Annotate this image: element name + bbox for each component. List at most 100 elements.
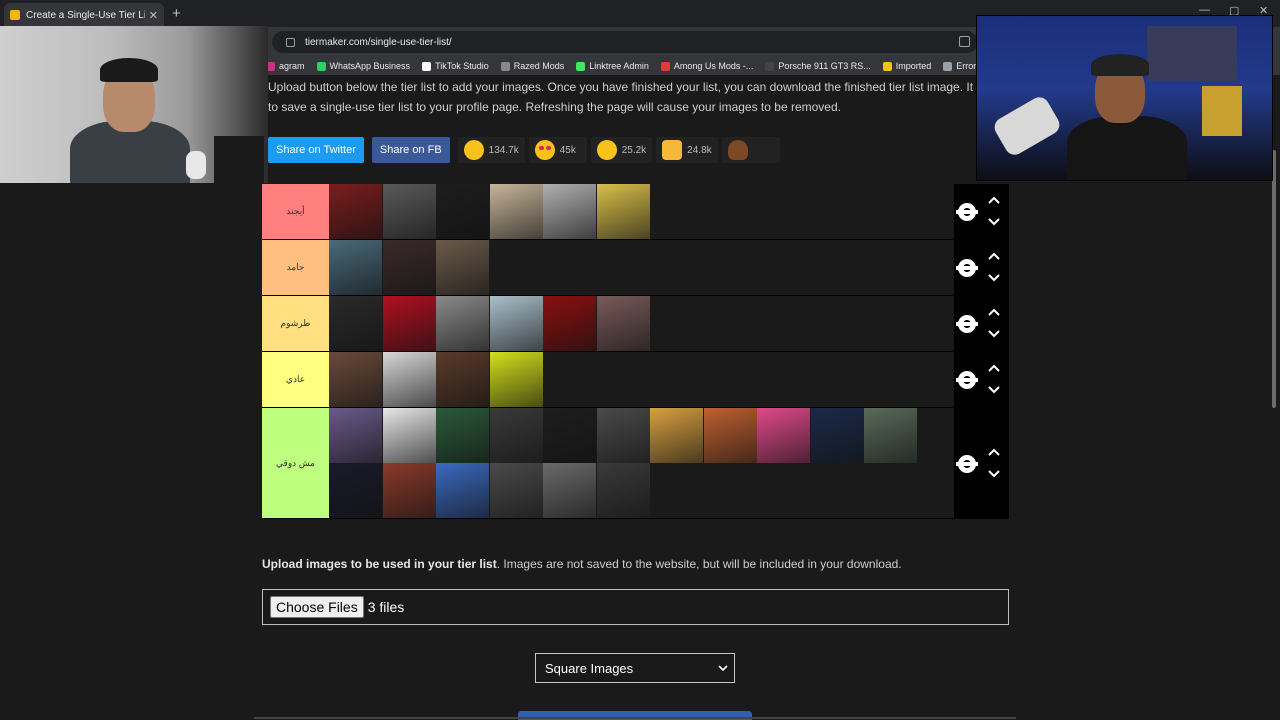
image-shape-select[interactable]: Square Images bbox=[535, 653, 735, 683]
chevron-down-icon[interactable] bbox=[988, 273, 1000, 283]
chevron-up-icon[interactable] bbox=[988, 363, 1000, 373]
tier-controls bbox=[954, 296, 1009, 351]
chevron-down-icon[interactable] bbox=[988, 329, 1000, 339]
tier-item-image[interactable] bbox=[543, 296, 596, 351]
tier-item-image[interactable] bbox=[489, 296, 543, 351]
reaction-button[interactable]: 24.8k bbox=[656, 137, 718, 163]
tier-item-image[interactable] bbox=[382, 408, 436, 463]
tier-item-image[interactable] bbox=[650, 408, 703, 463]
gear-icon[interactable] bbox=[956, 203, 978, 221]
chevron-up-icon[interactable] bbox=[988, 447, 1000, 457]
tier-item-image[interactable] bbox=[543, 463, 596, 518]
tier-item-image[interactable] bbox=[489, 408, 543, 463]
new-tab-button[interactable]: + bbox=[172, 5, 181, 22]
tier-label[interactable]: مش دوقي bbox=[262, 408, 329, 518]
tier-item-image[interactable] bbox=[382, 352, 436, 407]
reaction-list: 134.7k 45k 25.2k 24.8k bbox=[457, 137, 780, 163]
tier-item-image[interactable] bbox=[382, 184, 436, 239]
reaction-button[interactable]: 45k bbox=[528, 137, 587, 163]
tier-item-image[interactable] bbox=[596, 184, 650, 239]
bookmark-item[interactable]: Razed Mods bbox=[500, 61, 564, 71]
tier-item-image[interactable] bbox=[329, 463, 382, 518]
tier-item-image[interactable] bbox=[489, 184, 543, 239]
share-twitter-button[interactable]: Share on Twitter bbox=[268, 137, 364, 163]
gear-icon[interactable] bbox=[956, 315, 978, 333]
bookmark-label: Imported bbox=[895, 61, 932, 71]
gear-icon[interactable] bbox=[956, 259, 978, 277]
bookmark-label: WhatsApp Business bbox=[329, 61, 411, 71]
tier-item-image[interactable] bbox=[543, 408, 596, 463]
tier-item-image[interactable] bbox=[543, 184, 596, 239]
tier-item-image[interactable] bbox=[382, 463, 436, 518]
tier-item-image[interactable] bbox=[436, 240, 489, 295]
chevron-up-icon[interactable] bbox=[988, 195, 1000, 205]
bookmark-item[interactable]: Porsche 911 GT3 RS... bbox=[765, 61, 871, 71]
tier-item-image[interactable] bbox=[329, 240, 382, 295]
chevron-down-icon[interactable] bbox=[988, 217, 1000, 227]
tier-item-image[interactable] bbox=[436, 184, 489, 239]
tier-controls bbox=[954, 352, 1009, 407]
bookmark-item[interactable]: agram bbox=[266, 61, 305, 71]
tier-item-image[interactable] bbox=[864, 408, 917, 463]
browser-tab[interactable]: Create a Single-Use Tier List (Pr ✕ bbox=[4, 3, 164, 27]
bookmark-label: Among Us Mods -... bbox=[673, 61, 754, 71]
chevron-up-icon[interactable] bbox=[988, 307, 1000, 317]
bookmark-item[interactable]: TikTok Studio bbox=[422, 61, 489, 71]
gear-icon[interactable] bbox=[956, 371, 978, 389]
tier-item-image[interactable] bbox=[436, 463, 489, 518]
tier-item-image[interactable] bbox=[489, 352, 543, 407]
file-input[interactable]: Choose Files 3 files bbox=[262, 589, 1009, 625]
tier-label[interactable]: طرشوم bbox=[262, 296, 329, 351]
upload-instructions-bold: Upload images to be used in your tier li… bbox=[262, 557, 497, 571]
tier-label[interactable]: عادي bbox=[262, 352, 329, 407]
bookmark-favicon-icon bbox=[316, 61, 326, 71]
bookmark-favicon-icon bbox=[660, 61, 670, 71]
tier-item-image[interactable] bbox=[329, 296, 382, 351]
gear-icon[interactable] bbox=[956, 455, 978, 473]
tier-item-image[interactable] bbox=[329, 408, 382, 463]
page-description: Upload button below the tier list to add… bbox=[268, 77, 988, 117]
tier-item-image[interactable] bbox=[703, 408, 757, 463]
tier-item-image[interactable] bbox=[329, 184, 382, 239]
tier-item-image[interactable] bbox=[810, 408, 864, 463]
bookmark-item[interactable]: Imported bbox=[882, 61, 932, 71]
microphone-icon bbox=[991, 93, 1063, 159]
bookmark-item[interactable]: Error bbox=[943, 61, 976, 71]
bookmark-item[interactable]: Among Us Mods -... bbox=[660, 61, 754, 71]
tier-row: جامد bbox=[262, 240, 1009, 296]
tier-label[interactable]: أيجند bbox=[262, 184, 329, 239]
chevron-down-icon[interactable] bbox=[988, 469, 1000, 479]
url-text: tiermaker.com/single-use-tier-list/ bbox=[305, 36, 452, 48]
share-page-icon[interactable] bbox=[959, 36, 970, 47]
tier-item-image[interactable] bbox=[489, 463, 543, 518]
share-bar: Share on Twitter Share on FB 134.7k 45k 25… bbox=[268, 137, 780, 163]
chevron-down-icon[interactable] bbox=[988, 385, 1000, 395]
page-scrollbar[interactable] bbox=[1272, 150, 1276, 408]
bookmark-item[interactable]: WhatsApp Business bbox=[316, 61, 411, 71]
bookmark-item[interactable]: Linktree Admin bbox=[576, 61, 649, 71]
tier-item-image[interactable] bbox=[329, 352, 382, 407]
tier-item-image[interactable] bbox=[436, 296, 489, 351]
tier-label[interactable]: جامد bbox=[262, 240, 329, 295]
share-fb-button[interactable]: Share on FB bbox=[371, 137, 450, 163]
choose-files-button[interactable]: Choose Files bbox=[270, 596, 364, 618]
tier-item-image[interactable] bbox=[596, 296, 650, 351]
site-info-icon[interactable] bbox=[286, 37, 295, 47]
reaction-button[interactable]: 25.2k bbox=[590, 137, 653, 163]
tier-item-image[interactable] bbox=[382, 240, 436, 295]
reaction-button[interactable] bbox=[721, 137, 780, 163]
reaction-button[interactable]: 134.7k bbox=[457, 137, 525, 163]
tier-item-image[interactable] bbox=[382, 296, 436, 351]
tier-item-image[interactable] bbox=[596, 463, 650, 518]
tier-item-image[interactable] bbox=[757, 408, 810, 463]
tier-items bbox=[329, 184, 954, 239]
tier-item-image[interactable] bbox=[436, 352, 489, 407]
tier-item-image[interactable] bbox=[436, 408, 489, 463]
smile-emoji-icon bbox=[463, 140, 484, 160]
address-bar[interactable]: tiermaker.com/single-use-tier-list/ bbox=[272, 31, 978, 53]
tab-close-icon[interactable]: ✕ bbox=[149, 9, 158, 22]
tier-item-image[interactable] bbox=[596, 408, 650, 463]
wall-posters bbox=[1147, 26, 1237, 81]
chevron-up-icon[interactable] bbox=[988, 251, 1000, 261]
poster bbox=[1202, 86, 1242, 136]
